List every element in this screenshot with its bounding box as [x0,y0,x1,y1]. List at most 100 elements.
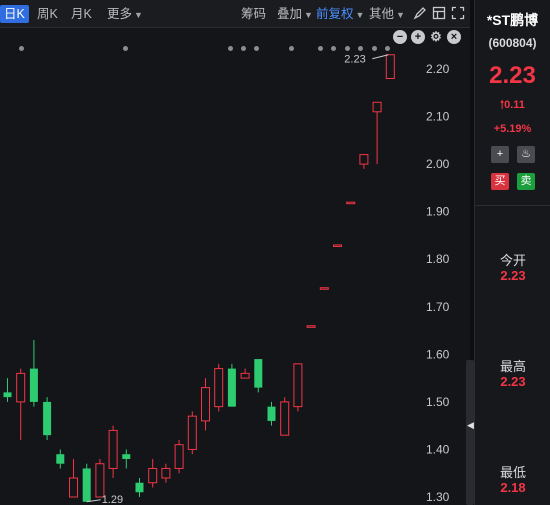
candle-body [122,454,131,459]
resize-handle[interactable] [466,360,474,505]
event-dot[interactable] [289,46,294,51]
event-dot[interactable] [241,46,246,51]
fullscreen-icon[interactable] [451,6,465,20]
tab-day-k[interactable]: 日K [0,5,29,23]
candle-body [3,392,12,398]
close-icon[interactable]: × [447,30,461,44]
candle[interactable] [319,287,329,290]
candle[interactable] [187,411,197,455]
adjust-label: 前复权 [316,7,354,21]
y-tick-label: 1.60 [426,347,450,361]
event-dot[interactable] [254,46,259,51]
candle[interactable] [227,363,236,407]
candle-body [43,401,52,436]
candle[interactable] [254,359,263,393]
more-dropdown[interactable]: 更多 ▼ [107,5,143,23]
grid-icon[interactable] [432,6,446,20]
tab-week-k[interactable]: 周K [37,5,58,23]
sell-button[interactable]: 卖 [517,173,535,190]
action-row-top: + ♨ [475,146,550,163]
overlay-dropdown[interactable]: 叠加 ▼ [277,5,313,23]
more-label: 更多 [107,7,133,21]
event-dot[interactable] [358,46,363,51]
chevron-down-icon: ▼ [134,10,143,20]
candle-body [319,287,329,290]
kline-chart[interactable]: 2.20 2.10 2.00 1.90 1.80 1.70 1.60 1.50 1.40 1.30… [0,28,470,505]
candle[interactable] [214,363,224,412]
candle[interactable] [346,201,356,205]
candle[interactable] [95,458,105,498]
candle[interactable] [240,368,250,379]
collapse-arrow-icon[interactable]: ◀ [467,420,474,431]
open-label: 今开 [499,253,526,268]
candle-body [293,363,303,408]
candle[interactable] [306,325,316,328]
buy-button[interactable]: 买 [491,173,509,190]
candle[interactable] [56,449,65,469]
candle-body [240,372,250,379]
tab-month-k[interactable]: 月K [71,5,92,23]
y-tick-label: 1.30 [426,490,450,504]
candle[interactable] [43,397,52,440]
price-change: 🠑0.11 [475,96,550,115]
candle[interactable] [122,449,131,469]
candle[interactable] [69,458,78,498]
price-change-value: 0.11 [504,99,525,111]
quote-sidebar: *ST鹏博 (600804) 2.23 🠑0.11 +5.19% + ♨ 买 卖… [474,0,550,505]
zoom-in-icon[interactable]: + [411,30,425,44]
candle-body [16,372,26,403]
event-dot[interactable] [345,46,350,51]
candle[interactable] [16,368,26,440]
candle[interactable] [135,477,144,497]
candle-body [372,101,382,113]
candle-body [333,244,342,247]
candle-body [108,429,118,469]
high-annotation: 2.23 [344,54,365,66]
chevron-down-icon: ▼ [396,10,405,20]
event-markers [0,46,470,54]
candle[interactable] [3,378,12,402]
event-dot[interactable] [331,46,336,51]
candle[interactable] [82,463,91,502]
candle-body [214,368,224,408]
y-tick-label: 1.70 [426,300,450,314]
adjust-dropdown[interactable]: 前复权 ▼ [316,5,364,23]
event-dot[interactable] [19,46,24,51]
candle[interactable] [174,439,184,474]
candle[interactable] [372,101,382,165]
candle[interactable] [201,378,210,431]
chevron-down-icon: ▼ [304,10,313,20]
event-dot[interactable] [123,46,128,51]
zoom-out-icon[interactable]: − [393,30,407,44]
candle[interactable] [148,458,158,488]
event-dot[interactable] [228,46,233,51]
other-dropdown[interactable]: 其他 ▼ [369,5,405,23]
y-tick-label: 1.50 [426,395,450,409]
candle[interactable] [293,363,303,412]
stock-name: *ST鹏博 [486,12,539,28]
alert-bell-button[interactable]: ♨ [517,146,535,163]
candle[interactable] [161,463,171,483]
candle-body [267,406,276,421]
candle[interactable] [280,397,290,436]
open-value: 2.23 [500,268,526,283]
draw-tool-icon[interactable] [413,6,427,20]
event-dot[interactable] [385,46,390,51]
y-tick-label: 2.20 [426,62,450,76]
chips-button[interactable]: 筹码 [241,5,266,23]
candle[interactable] [359,154,369,169]
candle[interactable] [108,425,118,478]
y-tick-label: 1.90 [426,205,450,219]
candle[interactable] [267,401,276,426]
candle-body [227,368,236,407]
candle-body [306,325,316,328]
event-dot[interactable] [372,46,377,51]
candle[interactable] [385,54,395,80]
candle[interactable] [333,244,342,247]
settings-icon[interactable]: ⚙ [429,30,443,44]
chevron-down-icon: ▼ [355,10,365,20]
add-watchlist-button[interactable]: + [491,146,509,163]
candle[interactable] [29,340,38,407]
candle-body [346,201,356,205]
event-dot[interactable] [318,46,323,51]
